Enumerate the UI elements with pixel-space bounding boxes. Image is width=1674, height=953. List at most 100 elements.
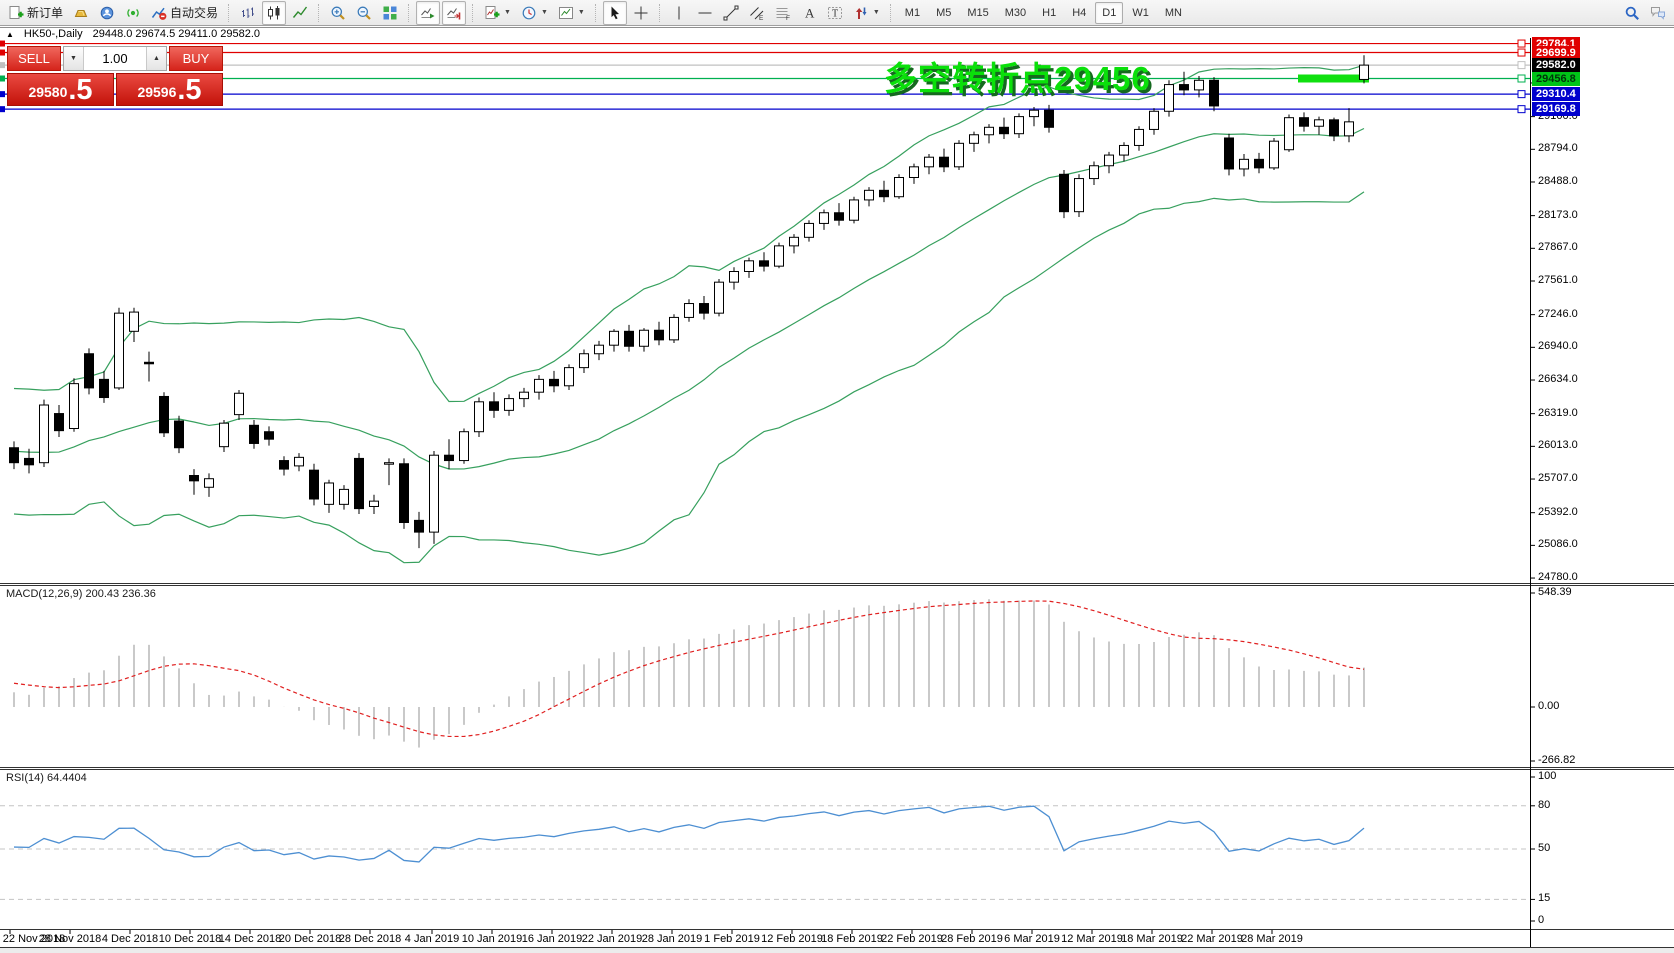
price-tick-label: 27867.0 [1538, 241, 1578, 253]
date-axis-label: 16 Jan 2019 [522, 933, 583, 945]
price-tick-label: 27561.0 [1538, 274, 1578, 286]
date-axis-label: 28 Nov 2018 [39, 933, 101, 945]
date-axis-label: 1 Feb 2019 [704, 933, 760, 945]
templates-icon [558, 5, 574, 21]
timeframe-button-h1[interactable]: H1 [1035, 2, 1063, 24]
macd-axis-label: 0.00 [1538, 700, 1559, 712]
dropdown-caret-icon[interactable]: ▼ [504, 9, 511, 16]
timeframe-button-w1[interactable]: W1 [1125, 2, 1156, 24]
sell-button[interactable]: SELL [7, 46, 61, 71]
volume-stepper: ▼ 1.00 ▲ [63, 46, 167, 71]
date-axis-label: 28 Jan 2019 [642, 933, 703, 945]
toolbar-separator [318, 4, 320, 22]
date-axis-label: 12 Mar 2019 [1061, 933, 1123, 945]
price-line-label: 29169.8 [1532, 102, 1580, 116]
toolbar-button-signals[interactable] [121, 1, 145, 25]
buy-price-main: 29596 [137, 85, 176, 99]
toolbar-button-chat[interactable] [1646, 1, 1670, 25]
one-click-trade-panel: SELL ▼ 1.00 ▲ BUY 29580 .5 29596 .5 [7, 46, 223, 106]
market-icon [73, 5, 89, 21]
cursor-icon [607, 5, 623, 21]
price-tick-label: 25707.0 [1538, 472, 1578, 484]
sell-price-button[interactable]: 29580 .5 [7, 73, 114, 106]
price-line-label: 29310.4 [1532, 87, 1580, 101]
toolbar-button-periods[interactable]: ▼ [517, 1, 552, 25]
macd-indicator-label: MACD(12,26,9) 200.43 236.36 [6, 588, 156, 600]
hline-icon [697, 5, 713, 21]
price-tick-label: 28794.0 [1538, 142, 1578, 154]
toolbar-button-tile-windows[interactable] [378, 1, 402, 25]
chart-collapse-icon[interactable]: ▲ [6, 30, 14, 39]
toolbar-button-autotrading[interactable]: 自动交易 [147, 1, 222, 25]
buy-price-fraction: .5 [177, 78, 201, 103]
date-axis-label: 4 Dec 2018 [102, 933, 158, 945]
svg-text:F: F [786, 15, 790, 21]
chart-symbol-period: HK50-,Daily [24, 28, 83, 40]
toolbar-button-indicators[interactable]: ▼ [480, 1, 515, 25]
toolbar-button-vline[interactable] [667, 1, 691, 25]
arrows-icon [853, 5, 869, 21]
toolbar-button-text[interactable]: A [797, 1, 821, 25]
toolbar-button-zoom-out[interactable] [352, 1, 376, 25]
turning-point-annotation: 多空转折点29456 [884, 52, 1151, 100]
tile-windows-icon [382, 5, 398, 21]
volume-decrease-button[interactable]: ▼ [64, 47, 84, 70]
toolbar-button-channel[interactable]: E [745, 1, 769, 25]
toolbar-button-chart-shift[interactable] [442, 1, 466, 25]
price-tick-label: 25392.0 [1538, 506, 1578, 518]
timeframe-button-h4[interactable]: H4 [1065, 2, 1093, 24]
toolbar-button-trendline[interactable] [719, 1, 743, 25]
text-icon: A [801, 5, 817, 21]
toolbar-button-templates[interactable]: ▼ [554, 1, 589, 25]
date-axis-label: 28 Dec 2018 [339, 933, 401, 945]
toolbar-separator [595, 4, 597, 22]
chart-canvas[interactable] [0, 0, 1674, 953]
zoom-out-icon [356, 5, 372, 21]
macd-axis-label: -266.82 [1538, 754, 1575, 766]
timeframe-button-m15[interactable]: M15 [960, 2, 995, 24]
timeframe-button-mn[interactable]: MN [1158, 2, 1189, 24]
channel-icon: E [749, 5, 765, 21]
crosshair-icon [633, 5, 649, 21]
dropdown-caret-icon[interactable]: ▼ [873, 9, 880, 16]
vline-icon [671, 5, 687, 21]
price-tick-label: 26319.0 [1538, 407, 1578, 419]
text-label-icon: T [827, 5, 843, 21]
volume-value[interactable]: 1.00 [84, 47, 146, 70]
toolbar-button-community[interactable] [95, 1, 119, 25]
toolbar-button-new-order[interactable]: 新订单 [4, 1, 67, 25]
dropdown-caret-icon[interactable]: ▼ [541, 9, 548, 16]
toolbar-button-crosshair[interactable] [629, 1, 653, 25]
buy-price-button[interactable]: 29596 .5 [116, 73, 223, 106]
volume-increase-button[interactable]: ▲ [146, 47, 166, 70]
toolbar-button-fibonacci[interactable]: F [771, 1, 795, 25]
toolbar-separator [472, 4, 474, 22]
trendline-icon [723, 5, 739, 21]
toolbar-button-search[interactable] [1620, 1, 1644, 25]
timeframe-button-m1[interactable]: M1 [898, 2, 927, 24]
dropdown-caret-icon[interactable]: ▼ [578, 9, 585, 16]
timeframe-button-m30[interactable]: M30 [998, 2, 1033, 24]
rsi-axis-label: 100 [1538, 770, 1556, 782]
price-line-label: 29456.8 [1532, 72, 1580, 86]
toolbar-button-auto-scroll[interactable] [416, 1, 440, 25]
toolbar-button-label: 自动交易 [170, 4, 218, 21]
svg-text:T: T [832, 8, 838, 19]
new-order-icon [8, 5, 24, 21]
candles-chart-icon [266, 5, 282, 21]
toolbar-button-market[interactable] [69, 1, 93, 25]
timeframe-button-d1[interactable]: D1 [1095, 2, 1123, 24]
toolbar-button-zoom-in[interactable] [326, 1, 350, 25]
toolbar-button-hline[interactable] [693, 1, 717, 25]
macd-axis-label: 548.39 [1538, 586, 1572, 598]
date-axis-label: 28 Feb 2019 [941, 933, 1003, 945]
date-axis-label: 28 Mar 2019 [1241, 933, 1303, 945]
toolbar-button-line-chart[interactable] [288, 1, 312, 25]
toolbar-button-cursor[interactable] [603, 1, 627, 25]
toolbar-button-arrows[interactable]: ▼ [849, 1, 884, 25]
toolbar-button-bars-chart[interactable] [236, 1, 260, 25]
timeframe-button-m5[interactable]: M5 [929, 2, 958, 24]
buy-button[interactable]: BUY [169, 46, 223, 71]
toolbar-button-candles-chart[interactable] [262, 1, 286, 25]
toolbar-button-text-label[interactable]: T [823, 1, 847, 25]
